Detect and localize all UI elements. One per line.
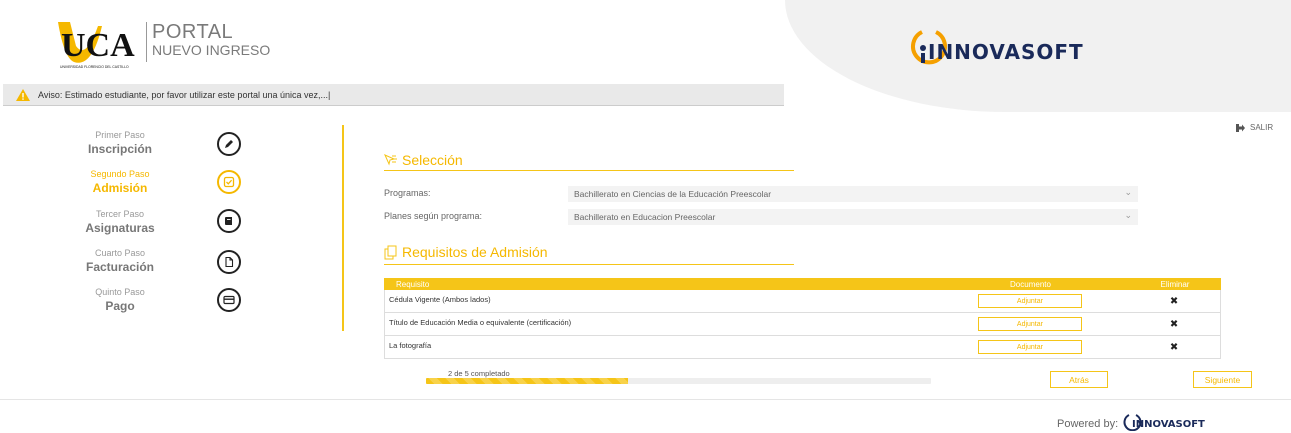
step-admision[interactable]: Segundo Paso Admisión bbox=[60, 169, 180, 196]
planes-label: Planes según programa: bbox=[384, 211, 483, 221]
table-row: Título de Educación Media o equivalente … bbox=[384, 313, 1221, 336]
uca-logo: UCA UNIVERSIDAD FLORENCIO DEL CASTILLO bbox=[58, 22, 135, 69]
adjuntar-button[interactable]: Adjuntar bbox=[977, 340, 1082, 354]
progress-label: 2 de 5 completado bbox=[448, 369, 510, 378]
requisitos-underline bbox=[384, 264, 794, 265]
adjuntar-button[interactable]: Adjuntar bbox=[977, 294, 1082, 308]
portal-title: PORTAL bbox=[152, 21, 234, 43]
footer-divider bbox=[0, 399, 1291, 400]
step-sub-label: Quinto Paso bbox=[95, 287, 145, 297]
logout-icon bbox=[1236, 123, 1245, 132]
portal-subtitle: NUEVO INGRESO bbox=[152, 42, 271, 58]
column-header: Eliminar bbox=[1160, 279, 1190, 289]
table-row: Cédula Vigente (Ambos lados) Adjuntar ✖ bbox=[384, 290, 1221, 313]
programas-value: Bachillerato en Ciencias de la Educación… bbox=[574, 189, 772, 199]
planes-value: Bachillerato en Educacion Preescolar bbox=[574, 212, 716, 222]
chevron-down-icon: ⌄ bbox=[1124, 210, 1132, 220]
progress-bar bbox=[426, 378, 931, 384]
svg-text:UNIVERSIDAD FLORENCIO DEL CAST: UNIVERSIDAD FLORENCIO DEL CASTILLO bbox=[60, 65, 129, 69]
copy-icon bbox=[384, 245, 397, 259]
svg-text:UCA: UCA bbox=[61, 27, 135, 64]
seleccion-header: Selección bbox=[384, 152, 463, 168]
innovasoft-footer-logo: INNOVASOFT bbox=[1123, 414, 1205, 431]
checkbox-icon[interactable] bbox=[217, 170, 241, 194]
book-icon[interactable] bbox=[217, 209, 241, 233]
seleccion-title: Selección bbox=[402, 152, 463, 168]
delete-icon[interactable]: ✖ bbox=[1128, 296, 1220, 307]
step-asignaturas[interactable]: Tercer Paso Asignaturas bbox=[60, 209, 180, 236]
programas-select[interactable]: Bachillerato en Ciencias de la Educación… bbox=[568, 186, 1138, 202]
step-facturacion[interactable]: Cuarto Paso Facturación bbox=[60, 248, 180, 275]
step-main-label: Asignaturas bbox=[85, 221, 155, 235]
step-sub-label: Primer Paso bbox=[95, 130, 145, 140]
portal-divider bbox=[146, 22, 147, 62]
pencil-icon[interactable] bbox=[217, 132, 241, 156]
column-header: Documento bbox=[1010, 279, 1051, 289]
adjuntar-button[interactable]: Adjuntar bbox=[977, 317, 1082, 331]
step-pago[interactable]: Quinto Paso Pago bbox=[60, 287, 180, 314]
powered-by-text: Powered by: bbox=[1057, 418, 1119, 430]
notice-text: Aviso: Estimado estudiante, por favor ut… bbox=[38, 89, 331, 100]
requisitos-table: Requisito Documento Eliminar Cédula Vige… bbox=[384, 278, 1221, 359]
notice-bar: Aviso: Estimado estudiante, por favor ut… bbox=[3, 84, 784, 106]
step-main-label: Admisión bbox=[92, 181, 148, 195]
credit-card-icon[interactable] bbox=[217, 288, 241, 312]
programas-label: Programas: bbox=[384, 188, 431, 198]
step-sub-label: Cuarto Paso bbox=[94, 248, 146, 258]
svg-text:INNOVASOFT: INNOVASOFT bbox=[1132, 419, 1205, 430]
atras-button[interactable]: Atrás bbox=[1050, 371, 1108, 388]
steps-divider bbox=[342, 125, 344, 331]
siguiente-button[interactable]: Siguiente bbox=[1193, 371, 1252, 388]
step-sub-label: Segundo Paso bbox=[90, 169, 150, 179]
requisito-cell: La fotografía bbox=[389, 341, 432, 350]
delete-icon[interactable]: ✖ bbox=[1128, 319, 1220, 330]
chevron-down-icon: ⌄ bbox=[1124, 187, 1132, 197]
innovasoft-logo: INNOVASOFT bbox=[911, 30, 1084, 65]
step-main-label: Pago bbox=[105, 299, 135, 313]
step-sub-label: Tercer Paso bbox=[95, 209, 145, 219]
requisito-cell: Cédula Vigente (Ambos lados) bbox=[389, 295, 491, 304]
warning-icon bbox=[16, 88, 30, 101]
requisito-cell: Título de Educación Media o equivalente … bbox=[389, 318, 572, 327]
step-main-label: Facturación bbox=[85, 260, 154, 274]
table-row: La fotografía Adjuntar ✖ bbox=[384, 336, 1221, 359]
progress-fill bbox=[426, 378, 628, 384]
column-header: Requisito bbox=[396, 279, 430, 289]
document-icon[interactable] bbox=[217, 250, 241, 274]
selection-icon bbox=[384, 154, 397, 166]
salir-label: SALIR bbox=[1250, 123, 1274, 132]
svg-text:INNOVASOFT: INNOVASOFT bbox=[928, 40, 1084, 64]
seleccion-underline bbox=[384, 170, 794, 171]
delete-icon[interactable]: ✖ bbox=[1128, 342, 1220, 353]
requisitos-title: Requisitos de Admisión bbox=[402, 244, 548, 260]
salir-button[interactable]: SALIR bbox=[1236, 123, 1273, 132]
step-inscripcion[interactable]: Primer Paso Inscripción bbox=[60, 130, 180, 157]
planes-select[interactable]: Bachillerato en Educacion Preescolar ⌄ bbox=[568, 209, 1138, 225]
step-main-label: Inscripción bbox=[87, 142, 152, 156]
requisitos-header: Requisitos de Admisión bbox=[384, 244, 548, 260]
table-header: Requisito Documento Eliminar bbox=[384, 278, 1221, 290]
